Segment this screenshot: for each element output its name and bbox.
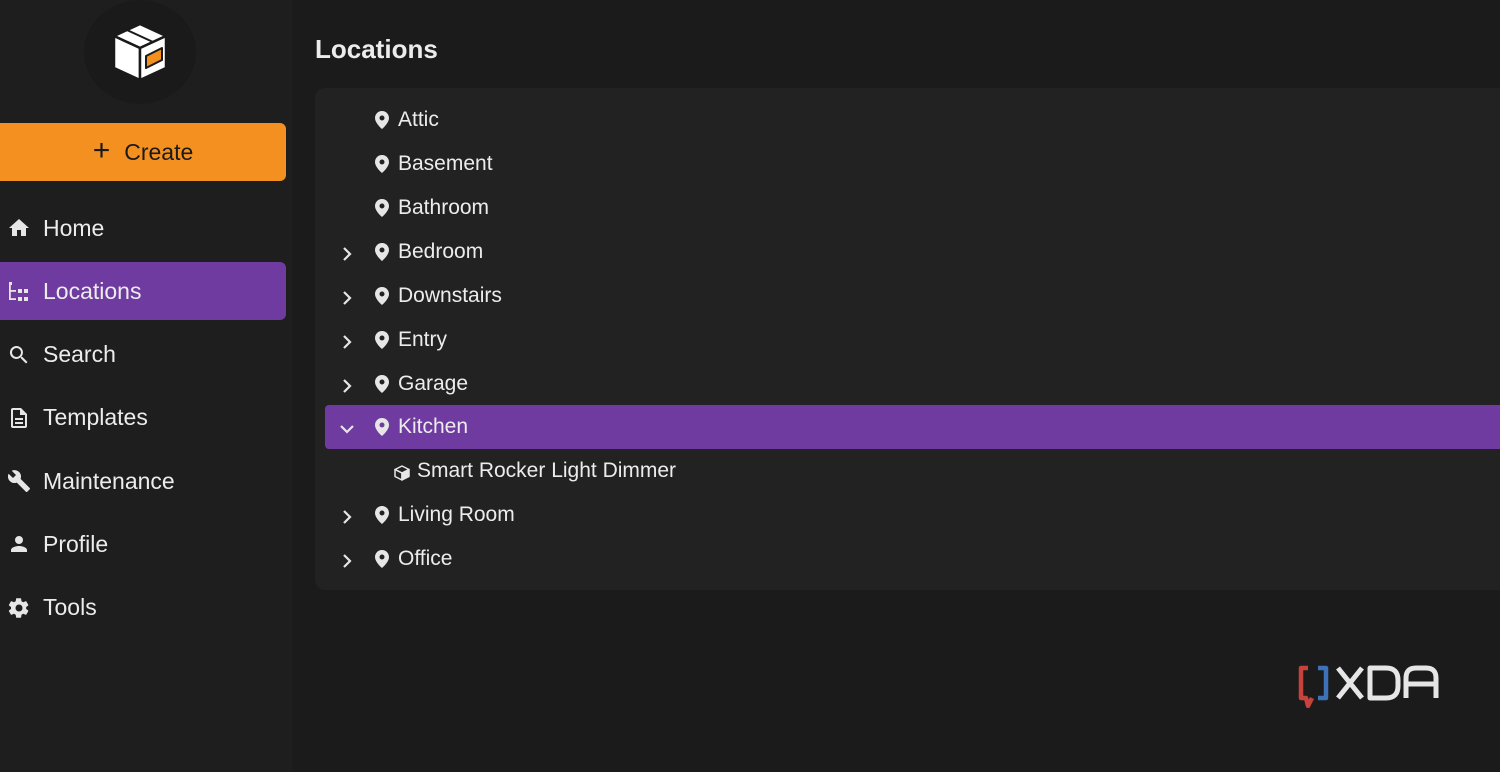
tree-item-garage[interactable]: Garage	[325, 362, 1500, 406]
user-icon	[7, 532, 31, 556]
sidebar-item-tools[interactable]: Tools	[0, 579, 286, 637]
chevron-right-icon[interactable]	[339, 507, 355, 524]
location-pin-icon	[375, 111, 389, 129]
tree-item-label: Bathroom	[398, 196, 490, 219]
location-tree: Attic Basement Bathroom Bedroom Downstai…	[315, 88, 1500, 590]
sidebar-item-label: Home	[43, 214, 105, 241]
tree-item-entry[interactable]: Entry	[325, 318, 1500, 362]
location-pin-icon	[375, 199, 389, 217]
sidebar-item-maintenance[interactable]: Maintenance	[0, 452, 286, 510]
location-pin-icon	[375, 550, 389, 568]
create-button[interactable]: + Create	[0, 123, 286, 181]
sidebar-item-label: Maintenance	[43, 467, 175, 494]
tree-item-bedroom[interactable]: Bedroom	[325, 230, 1500, 274]
sidebar-item-home[interactable]: Home	[0, 199, 286, 257]
tree-item-label: Kitchen	[398, 415, 469, 438]
page-title: Locations	[315, 34, 438, 64]
tree-item-office[interactable]: Office	[325, 537, 1500, 581]
cube-icon	[394, 463, 410, 481]
document-icon	[7, 406, 31, 430]
location-pin-icon	[375, 375, 389, 393]
tree-item-bathroom[interactable]: Bathroom	[325, 186, 1500, 230]
sidebar-item-label: Templates	[43, 404, 148, 431]
gear-icon	[7, 596, 31, 620]
location-pin-icon	[375, 155, 389, 173]
sidebar-item-profile[interactable]: Profile	[0, 515, 286, 573]
search-icon	[7, 343, 31, 367]
chevron-right-icon[interactable]	[339, 288, 355, 305]
sidebar-item-templates[interactable]: Templates	[0, 389, 286, 447]
home-icon	[7, 216, 31, 240]
tree-item-label: Basement	[398, 152, 493, 175]
sidebar-item-label: Profile	[43, 530, 109, 557]
sidebar-nav: Home Locations Search Templates Maintena…	[0, 199, 286, 642]
location-pin-icon	[375, 287, 389, 305]
app-logo[interactable]	[84, 0, 196, 104]
chevron-right-icon[interactable]	[339, 244, 355, 261]
tree-item-label: Bedroom	[398, 240, 484, 263]
tree-item-label: Entry	[398, 328, 448, 351]
wrench-icon	[7, 469, 31, 493]
tree-item-basement[interactable]: Basement	[325, 142, 1500, 186]
create-button-label: Create	[124, 138, 194, 165]
xda-watermark-logo	[1298, 665, 1439, 708]
plus-icon: +	[92, 133, 111, 167]
tree-item-label: Attic	[398, 108, 439, 131]
location-pin-icon	[375, 331, 389, 349]
tree-icon	[7, 279, 31, 303]
tree-item-downstairs[interactable]: Downstairs	[325, 274, 1500, 318]
location-pin-icon	[375, 243, 389, 261]
tree-item-label: Garage	[398, 372, 469, 395]
tree-item-kitchen[interactable]: Kitchen	[325, 405, 1500, 449]
chevron-down-icon[interactable]	[339, 419, 355, 435]
tree-item-label: Smart Rocker Light Dimmer	[417, 459, 677, 482]
sidebar: + Create Home Locations Search Templates…	[0, 0, 292, 772]
tree-item-label: Office	[398, 547, 453, 570]
app-window: + Create Home Locations Search Templates…	[0, 0, 1500, 772]
tree-item-label: Downstairs	[398, 284, 502, 307]
sidebar-item-label: Search	[43, 341, 116, 368]
location-pin-icon	[375, 418, 389, 436]
sidebar-item-label: Locations	[43, 277, 142, 304]
tree-item-attic[interactable]: Attic	[325, 98, 1500, 142]
chevron-right-icon[interactable]	[339, 551, 355, 568]
location-pin-icon	[375, 506, 389, 524]
sidebar-item-locations[interactable]: Locations	[0, 262, 286, 321]
sidebar-item-search[interactable]: Search	[0, 326, 286, 384]
sidebar-item-label: Tools	[43, 594, 97, 621]
tree-item-living-room[interactable]: Living Room	[325, 493, 1500, 537]
tree-item-label: Living Room	[398, 503, 515, 526]
chevron-right-icon[interactable]	[339, 332, 355, 349]
tree-item-smart-rocker-light-dimmer[interactable]: Smart Rocker Light Dimmer	[325, 449, 1500, 493]
chevron-right-icon[interactable]	[339, 376, 355, 393]
box-logo-icon	[112, 22, 168, 82]
